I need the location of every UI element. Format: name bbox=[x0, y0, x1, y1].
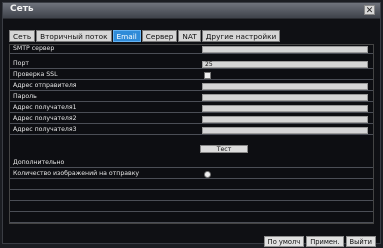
port-label: Порт bbox=[13, 60, 29, 67]
settings-window: Сеть ✕ Сеть Вторичный поток Email Сервер… bbox=[2, 2, 381, 247]
recipient1-label: Адрес получателя1 bbox=[13, 104, 77, 111]
password-label: Пароль bbox=[13, 93, 37, 100]
images-count-checkbox[interactable] bbox=[204, 171, 211, 178]
recipient2-label: Адрес получателя2 bbox=[13, 115, 77, 122]
empty-row bbox=[10, 214, 373, 223]
smtp-server-label: SMTP сервер bbox=[13, 45, 55, 52]
empty-row bbox=[10, 181, 373, 190]
images-count-row: Количество изображений на отправку bbox=[10, 170, 373, 179]
images-count-label: Количество изображений на отправку bbox=[13, 170, 140, 177]
footer-buttons: По умолч Примен. Выйти bbox=[262, 236, 376, 247]
sender-label: Адрес отправителя bbox=[13, 82, 77, 89]
port-row: Порт 25 bbox=[10, 60, 373, 69]
port-field[interactable]: 25 bbox=[202, 61, 368, 68]
tab-nat[interactable]: NAT bbox=[178, 30, 201, 42]
password-field[interactable] bbox=[202, 94, 368, 101]
tab-network[interactable]: Сеть bbox=[9, 30, 36, 42]
recipient1-field[interactable] bbox=[202, 105, 368, 112]
tab-email[interactable]: Email bbox=[112, 30, 141, 42]
ssl-checkbox[interactable] bbox=[204, 72, 211, 79]
recipient3-label: Адрес получателя3 bbox=[13, 126, 77, 133]
recipient2-field[interactable] bbox=[202, 116, 368, 123]
smtp-server-row: SMTP сервер bbox=[10, 45, 373, 54]
ssl-row: Проверка SSL bbox=[10, 71, 373, 80]
empty-row bbox=[10, 203, 373, 212]
tab-bar: Сеть Вторичный поток Email Сервер NAT Др… bbox=[9, 30, 281, 43]
recipient3-field[interactable] bbox=[202, 127, 368, 134]
window-title: Сеть bbox=[10, 4, 34, 14]
exit-button[interactable]: Выйти bbox=[345, 236, 376, 247]
close-button[interactable]: ✕ bbox=[364, 5, 375, 16]
apply-button[interactable]: Примен. bbox=[306, 236, 344, 247]
smtp-server-field[interactable] bbox=[202, 46, 368, 53]
title-bar: Сеть ✕ bbox=[3, 3, 380, 19]
email-settings-panel: SMTP сервер Порт 25 Проверка SSL Адрес о… bbox=[9, 44, 374, 224]
sender-field[interactable] bbox=[202, 83, 368, 90]
password-row: Пароль bbox=[10, 93, 373, 102]
close-icon: ✕ bbox=[365, 6, 374, 16]
tab-server[interactable]: Сервер bbox=[141, 30, 178, 42]
empty-row bbox=[10, 192, 373, 201]
tab-other-settings[interactable]: Другие настройки bbox=[201, 30, 281, 42]
recipient2-row: Адрес получателя2 bbox=[10, 115, 373, 124]
ssl-label: Проверка SSL bbox=[13, 71, 58, 78]
default-button[interactable]: По умолч bbox=[263, 236, 305, 247]
recipient3-row: Адрес получателя3 bbox=[10, 126, 373, 135]
recipient1-row: Адрес получателя1 bbox=[10, 104, 373, 113]
advanced-label: Дополнительно bbox=[13, 159, 65, 166]
tab-secondary-stream[interactable]: Вторичный поток bbox=[36, 30, 112, 42]
test-button[interactable]: Тест bbox=[200, 145, 248, 153]
sender-row: Адрес отправителя bbox=[10, 82, 373, 91]
advanced-row: Дополнительно bbox=[10, 159, 373, 168]
